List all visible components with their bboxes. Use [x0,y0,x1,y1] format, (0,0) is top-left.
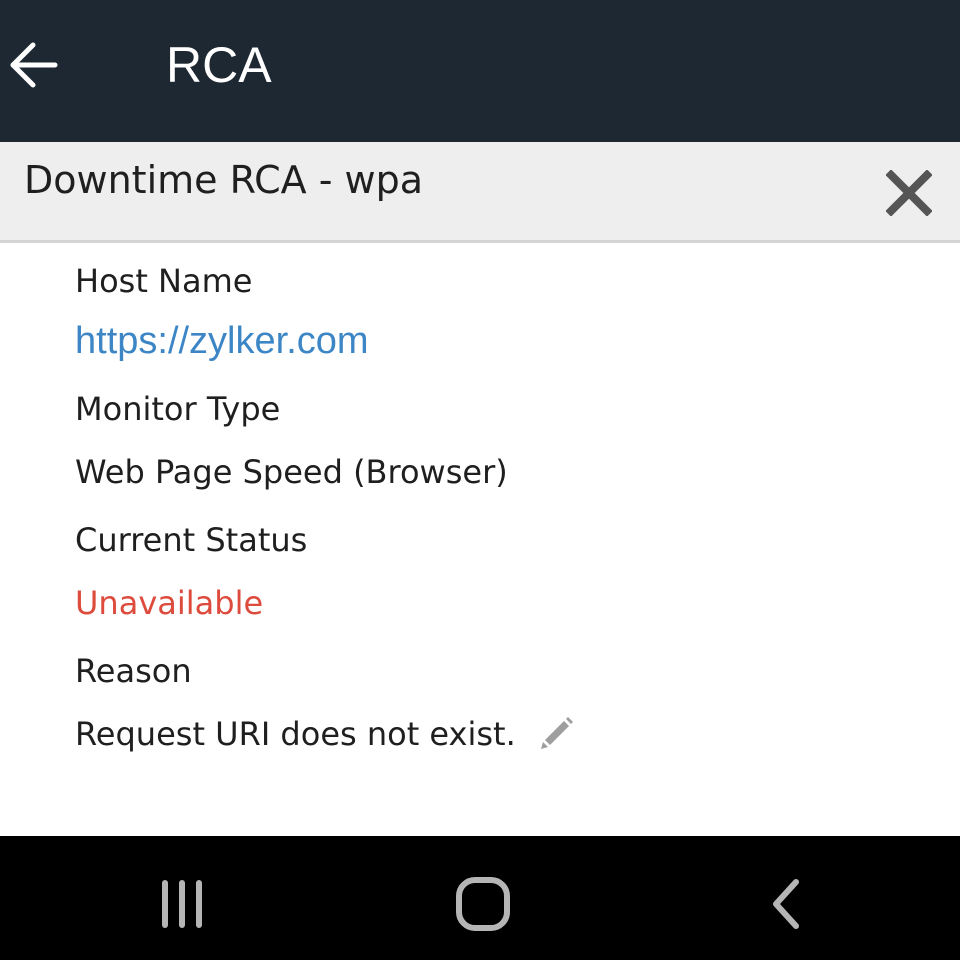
current-status-label: Current Status [75,521,308,559]
monitor-type-label: Monitor Type [75,390,281,428]
recent-apps-icon [162,880,202,928]
recent-apps-button[interactable] [150,872,214,936]
reason-value: Request URI does not exist. [75,715,516,753]
app-title: RCA [166,37,272,93]
system-back-icon [773,879,799,929]
monitor-type-value: Web Page Speed (Browser) [75,453,508,491]
close-button[interactable] [880,164,938,222]
home-icon [456,877,510,931]
system-back-button[interactable] [754,872,818,936]
home-button[interactable] [451,872,515,936]
app-bar: RCA [0,0,960,142]
host-name-link[interactable]: https://zylker.com [75,319,369,363]
pencil-icon [541,717,573,749]
arrow-left-icon [10,42,58,88]
host-name-label: Host Name [75,262,253,300]
reason-label: Reason [75,652,192,690]
system-navigation-bar [0,836,960,960]
back-button[interactable] [4,36,62,94]
status-badge: Unavailable [75,584,264,622]
dialog-title: Downtime RCA - wpa [24,158,423,202]
edit-reason-button[interactable] [534,710,580,756]
close-icon [886,170,932,216]
